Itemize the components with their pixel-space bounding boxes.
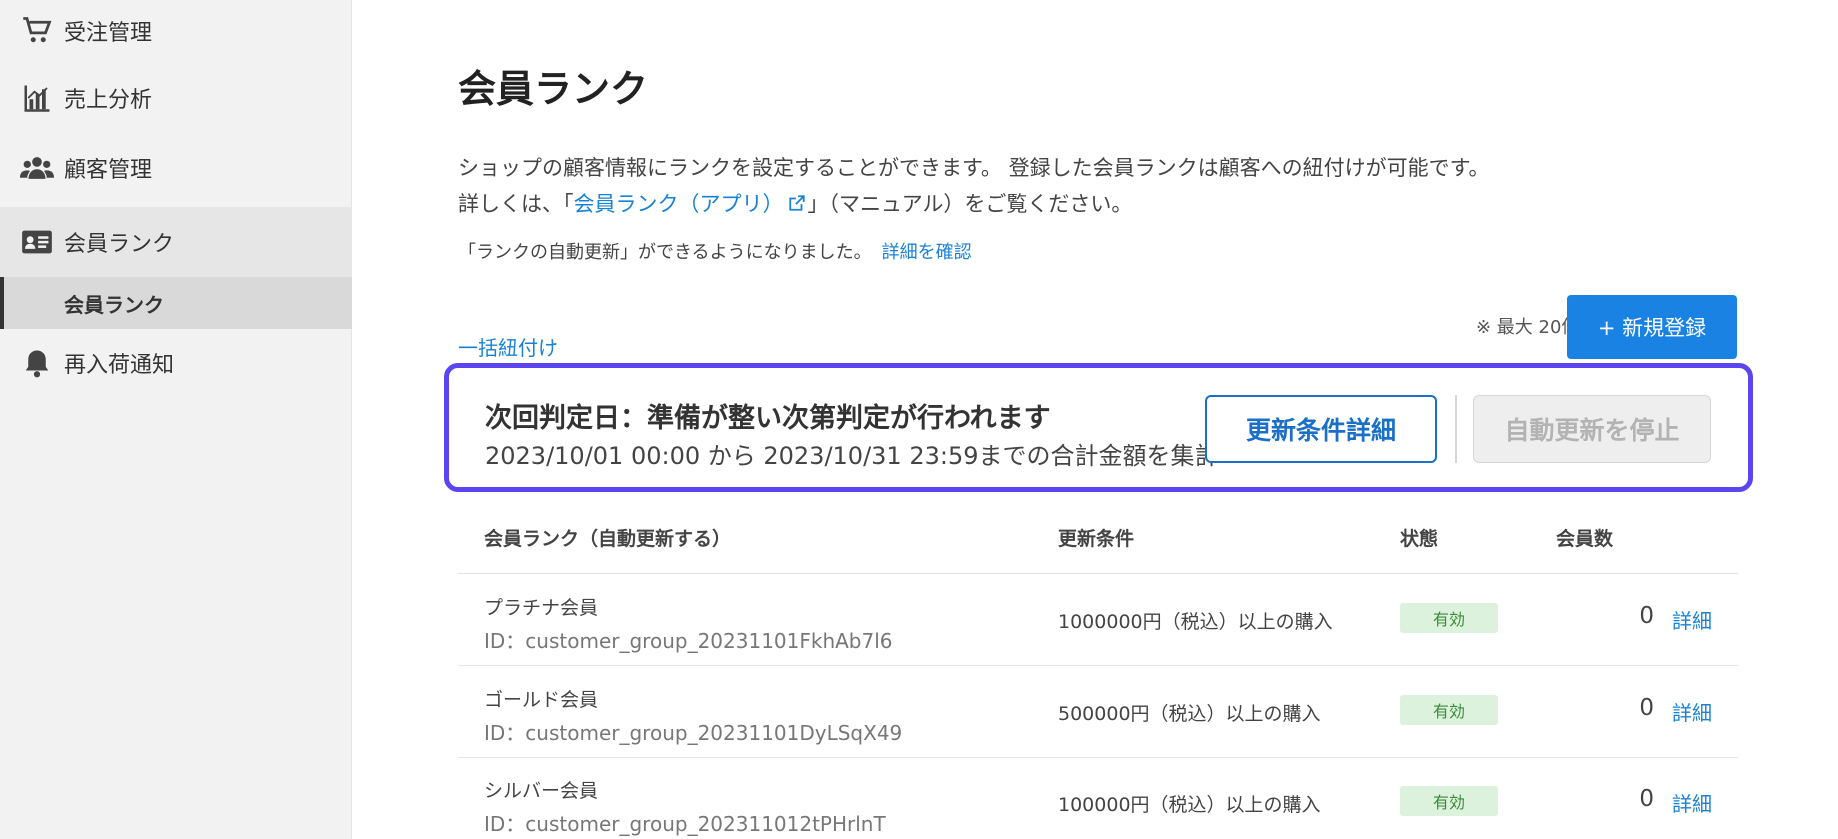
description-suffix: 」（マニュアル）をご覧ください。 (807, 192, 1133, 216)
table-header: 会員ランク（自動更新する） 更新条件 状態 会員数 (458, 500, 1738, 574)
users-icon (20, 151, 54, 185)
table-row: ゴールド会員 ID：customer_group_20231101DyLSqX4… (458, 667, 1738, 758)
description-line-1: ショップの顧客情報にランクを設定することができます。 登録した会員ランクは顧客へ… (458, 156, 1490, 180)
auto-update-panel: 次回判定日：準備が整い次第判定が行われます 2023/10/01 00:00 か… (444, 363, 1753, 492)
status-badge: 有効 (1400, 603, 1498, 633)
sidebar-item-label: 顧客管理 (64, 158, 153, 183)
manual-link[interactable]: 会員ランク（アプリ） (574, 192, 784, 216)
table-row: プラチナ会員 ID：customer_group_20231101FkhAb7l… (458, 575, 1738, 666)
sidebar-item-label: 売上分析 (64, 88, 153, 113)
member-count: 0 (1639, 695, 1654, 721)
bulk-assign-link[interactable]: 一括紐付け (458, 332, 558, 361)
status-badge: 有効 (1400, 786, 1498, 816)
external-link-icon (788, 193, 806, 217)
detail-link[interactable]: 詳細 (1672, 605, 1712, 634)
header-condition: 更新条件 (1058, 528, 1135, 550)
rank-name: シルバー会員 (484, 780, 599, 802)
header-rank: 会員ランク（自動更新する） (484, 528, 732, 550)
rank-condition: 1000000円（税込）以上の購入 (1058, 611, 1333, 633)
rank-name: プラチナ会員 (484, 597, 599, 619)
rank-condition: 500000円（税込）以上の購入 (1058, 703, 1321, 725)
notice-details-link[interactable]: 詳細を確認 (882, 242, 972, 263)
sidebar-item-restock-notice[interactable]: 再入荷通知 (0, 332, 352, 394)
divider (1455, 395, 1457, 463)
description-prefix: 詳しくは、「 (458, 192, 574, 216)
auto-update-notice: 「ランクの自動更新」ができるようになりました。 詳細を確認 (458, 238, 972, 264)
member-count: 0 (1639, 786, 1654, 812)
rank-id: ID：customer_group_202311012tPHrlnT (484, 812, 886, 836)
cart-icon (20, 14, 54, 48)
sidebar-item-orders[interactable]: 受注管理 (0, 0, 352, 62)
description-line-2: 詳しくは、「会員ランク（アプリ） 」（マニュアル）をご覧ください。 (458, 188, 1132, 218)
sidebar-item-customers[interactable]: 顧客管理 (0, 137, 352, 199)
sidebar: 受注管理 売上分析 顧客管理 会員ランク 会員ランク 再入荷通知 (0, 0, 352, 839)
sidebar-item-member-rank[interactable]: 会員ランク (0, 207, 352, 277)
chart-icon (20, 81, 54, 115)
table-row: シルバー会員 ID：customer_group_202311012tPHrln… (458, 758, 1738, 839)
sidebar-subitem-member-rank[interactable]: 会員ランク (0, 277, 352, 329)
sidebar-item-label: 会員ランク (64, 232, 175, 257)
update-conditions-button[interactable]: 更新条件詳細 (1205, 395, 1437, 463)
detail-link[interactable]: 詳細 (1672, 697, 1712, 726)
header-members: 会員数 (1556, 528, 1614, 550)
rank-id: ID：customer_group_20231101DyLSqX49 (484, 721, 903, 745)
rank-condition: 100000円（税込）以上の購入 (1058, 794, 1321, 816)
detail-link[interactable]: 詳細 (1672, 788, 1712, 817)
bell-icon (20, 346, 54, 380)
member-count: 0 (1639, 603, 1654, 629)
status-badge: 有効 (1400, 695, 1498, 725)
sidebar-item-label: 受注管理 (64, 21, 153, 46)
next-judgment-date: 次回判定日：準備が整い次第判定が行われます (485, 403, 1051, 434)
new-registration-button[interactable]: + 新規登録 (1567, 295, 1737, 359)
page-title: 会員ランク (458, 67, 649, 111)
rank-id: ID：customer_group_20231101FkhAb7l6 (484, 629, 893, 653)
main-content: 会員ランク ショップの顧客情報にランクを設定することができます。 登録した会員ラ… (352, 0, 1838, 839)
stop-auto-update-button[interactable]: 自動更新を停止 (1473, 395, 1711, 463)
rank-name: ゴールド会員 (484, 689, 599, 711)
sidebar-item-label: 再入荷通知 (64, 353, 175, 378)
notice-text: 「ランクの自動更新」ができるようになりました。 (458, 242, 872, 263)
sidebar-item-sales-analysis[interactable]: 売上分析 (0, 67, 352, 129)
header-status: 状態 (1400, 528, 1439, 550)
id-card-icon (20, 225, 54, 259)
sidebar-subitem-label: 会員ランク (64, 292, 164, 317)
aggregation-period: 2023/10/01 00:00 から 2023/10/31 23:59までの合… (485, 442, 1219, 470)
